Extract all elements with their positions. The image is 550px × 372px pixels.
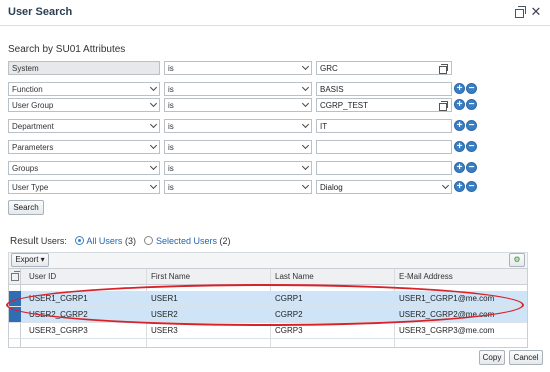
users-label: Users: (40, 236, 67, 246)
operator-select[interactable]: is (164, 161, 312, 175)
all-users-count: (3) (124, 236, 136, 246)
all-users-link[interactable]: All Users (86, 236, 122, 246)
chevron-down-icon (149, 181, 158, 190)
table-row[interactable]: USER1_CGRP1 USER1 CGRP1 USER1_CGRP1@me.c… (9, 291, 527, 307)
value-field[interactable] (316, 140, 452, 154)
operator-select[interactable]: is (164, 180, 312, 194)
chevron-down-icon (301, 181, 310, 190)
attribute-select[interactable]: Parameters (8, 140, 160, 154)
chevron-down-icon (301, 99, 310, 108)
cell-user-id: USER1_CGRP1 (29, 294, 88, 303)
attribute-select[interactable]: User Group (8, 98, 160, 112)
copy-button[interactable]: Copy (479, 350, 505, 365)
operator-select[interactable]: is (164, 82, 312, 96)
chevron-down-icon (301, 141, 310, 150)
remove-row-icon[interactable]: − (466, 181, 477, 192)
table-row[interactable]: USER2_CGRP2 USER2 CGRP2 USER2_CGRP2@me.c… (9, 307, 527, 323)
col-last-name[interactable]: Last Name (275, 272, 314, 281)
results-table: User ID First Name Last Name E-Mail Addr… (8, 268, 528, 348)
remove-row-icon[interactable]: − (466, 141, 477, 152)
add-row-icon[interactable]: + (454, 181, 465, 192)
value-field[interactable]: BASIS (316, 82, 452, 96)
selected-users-radio[interactable] (144, 236, 154, 245)
col-user-id[interactable]: User ID (29, 272, 56, 281)
attribute-select[interactable]: Groups (8, 161, 160, 175)
operator-select[interactable]: is (164, 119, 312, 133)
remove-row-icon[interactable]: − (466, 83, 477, 94)
cell-first-name: USER1 (151, 294, 178, 303)
value-select[interactable]: Dialog (316, 180, 452, 194)
export-button[interactable]: Export ▾ (11, 253, 49, 267)
add-row-icon[interactable]: + (454, 120, 465, 131)
add-row-icon[interactable]: + (454, 162, 465, 173)
chevron-down-icon (301, 162, 310, 171)
cell-email: USER2_CGRP2@me.com (399, 310, 495, 319)
dialog-title: User Search (8, 6, 73, 18)
table-header: User ID First Name Last Name E-Mail Addr… (9, 269, 527, 285)
cell-user-id: USER3_CGRP3 (29, 326, 88, 335)
result-label: Result (10, 236, 39, 247)
cancel-button[interactable]: Cancel (509, 350, 543, 365)
chevron-down-icon (149, 141, 158, 150)
table-row[interactable]: USER3_CGRP3 USER3 CGRP3 USER3_CGRP3@me.c… (9, 323, 527, 339)
search-button[interactable]: Search (8, 200, 44, 215)
value-field[interactable] (316, 161, 452, 175)
value-field[interactable]: IT (316, 119, 452, 133)
attribute-field: System (8, 61, 160, 75)
cell-email: USER1_CGRP1@me.com (399, 294, 495, 303)
chevron-down-icon (149, 120, 158, 129)
value-help-icon[interactable] (439, 101, 448, 111)
chevron-down-icon (301, 83, 310, 92)
chevron-down-icon (441, 181, 450, 190)
remove-row-icon[interactable]: − (466, 99, 477, 110)
all-users-radio[interactable] (75, 236, 85, 245)
value-field[interactable]: GRC (316, 61, 452, 75)
add-row-icon[interactable]: + (454, 83, 465, 94)
cell-last-name: CGRP1 (275, 294, 303, 303)
remove-row-icon[interactable]: − (466, 162, 477, 173)
cell-first-name: USER3 (151, 326, 178, 335)
row-selected-marker[interactable] (9, 307, 21, 322)
operator-select[interactable]: is (164, 140, 312, 154)
chevron-down-icon (149, 83, 158, 92)
close-icon[interactable]: ✕ (530, 5, 542, 18)
value-help-icon[interactable] (439, 64, 448, 74)
cell-last-name: CGRP2 (275, 310, 303, 319)
selected-users-count: (2) (219, 236, 231, 246)
selected-users-link[interactable]: Selected Users (156, 236, 217, 246)
chevron-down-icon (149, 162, 158, 171)
chevron-down-icon (301, 62, 310, 71)
cell-user-id: USER2_CGRP2 (29, 310, 88, 319)
result-filter: Result Users: All Users (3) Selected Use… (10, 236, 231, 247)
attribute-select[interactable]: Department (8, 119, 160, 133)
col-email[interactable]: E-Mail Address (399, 272, 453, 281)
operator-select[interactable]: is (164, 98, 312, 112)
table-toolbar: Export ▾ ⚙ (8, 252, 528, 268)
cell-last-name: CGRP3 (275, 326, 303, 335)
user-settings-icon[interactable]: ⚙ (509, 253, 525, 267)
dialog-titlebar: User Search ✕ (0, 0, 550, 26)
add-row-icon[interactable]: + (454, 99, 465, 110)
remove-row-icon[interactable]: − (466, 120, 477, 131)
attribute-select[interactable]: Function (8, 82, 160, 96)
chevron-down-icon (149, 99, 158, 108)
cell-email: USER3_CGRP3@me.com (399, 326, 495, 335)
attribute-select[interactable]: User Type (8, 180, 160, 194)
chevron-down-icon (301, 120, 310, 129)
value-field[interactable]: CGRP_TEST (316, 98, 452, 112)
col-first-name[interactable]: First Name (151, 272, 190, 281)
cell-first-name: USER2 (151, 310, 178, 319)
section-title: Search by SU01 Attributes (8, 44, 126, 55)
row-selected-marker[interactable] (9, 291, 21, 306)
add-row-icon[interactable]: + (454, 141, 465, 152)
restore-icon[interactable] (514, 6, 526, 18)
operator-select[interactable]: is (164, 61, 312, 75)
